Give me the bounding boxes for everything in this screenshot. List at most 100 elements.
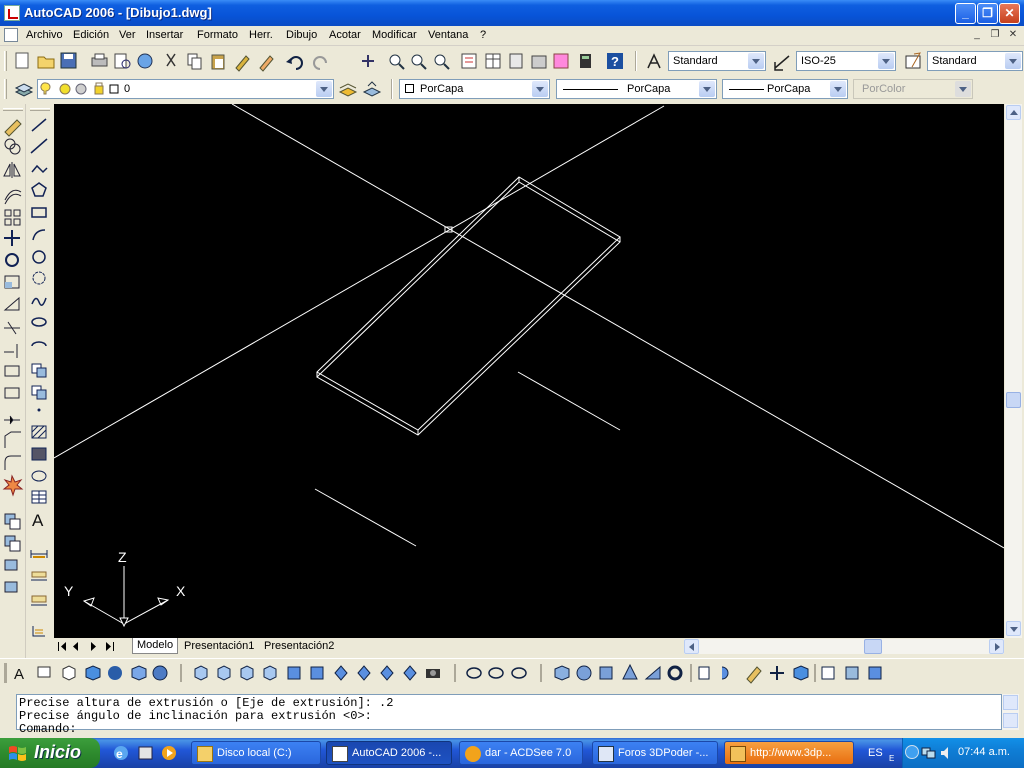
extruded-plate-bottom[interactable]: [316, 181, 621, 436]
layer-manager-icon[interactable]: [14, 80, 34, 100]
tab-presentacion1[interactable]: Presentación1: [184, 640, 254, 652]
dim-style-icon[interactable]: [773, 52, 793, 72]
spline-icon: [31, 297, 47, 306]
chevron-down-icon[interactable]: [878, 53, 894, 69]
chevron-down-icon[interactable]: [1005, 53, 1021, 69]
make-object-layer-current-icon[interactable]: [338, 80, 358, 100]
svg-text:A: A: [14, 666, 24, 683]
task-browser-flashing[interactable]: http://www.3dp...: [724, 741, 854, 765]
linetype-preview: [563, 89, 618, 90]
menu-herramientas[interactable]: Herr.: [249, 29, 273, 41]
explorer-icon[interactable]: [138, 746, 153, 760]
chevron-down-icon[interactable]: [316, 81, 332, 97]
table-style-icon[interactable]: [904, 52, 924, 72]
scroll-thumb[interactable]: [864, 639, 882, 654]
command-scrollbar[interactable]: [1002, 694, 1019, 730]
tab-presentacion2[interactable]: Presentación2: [264, 640, 334, 652]
menu-edicion[interactable]: Edición: [73, 29, 109, 41]
color-select[interactable]: PorCapa: [399, 79, 550, 99]
tab-modelo[interactable]: Modelo: [132, 638, 178, 654]
command-prompt[interactable]: Comando:: [19, 723, 999, 736]
layer-previous-icon[interactable]: [362, 80, 382, 100]
draw-toolbar: A: [27, 104, 53, 658]
scroll-down-button[interactable]: [1003, 713, 1018, 728]
restore-button[interactable]: ❐: [977, 3, 998, 24]
task-disco-local[interactable]: Disco local (C:): [191, 741, 321, 765]
network-icon[interactable]: [921, 747, 936, 759]
menu-insertar[interactable]: Insertar: [146, 29, 183, 41]
linetype-select[interactable]: PorCapa: [556, 79, 717, 99]
chevron-left-icon[interactable]: [905, 745, 919, 759]
scroll-up-button[interactable]: [1003, 695, 1018, 710]
scroll-down-button[interactable]: [1006, 621, 1021, 636]
chevron-down-icon: [955, 81, 971, 97]
lineweight-select[interactable]: PorCapa: [722, 79, 848, 99]
system-tray: 07:44 a.m.: [902, 738, 1024, 768]
task-autocad[interactable]: AutoCAD 2006 -...: [326, 741, 452, 765]
svg-text:?: ?: [611, 54, 619, 69]
doc-restore-button[interactable]: ❐: [988, 29, 1002, 42]
dim-style-select[interactable]: ISO-25: [796, 51, 896, 71]
chevron-down-icon[interactable]: [830, 81, 846, 97]
toolbar-grip[interactable]: [4, 79, 7, 99]
tab-navigation[interactable]: [56, 640, 128, 654]
toolbar-grip[interactable]: [3, 108, 23, 111]
arc-icon: [32, 229, 46, 241]
clock[interactable]: 07:44 a.m.: [958, 746, 1010, 758]
table-style-select[interactable]: Standard: [927, 51, 1023, 71]
close-button[interactable]: ✕: [999, 3, 1020, 24]
minimize-button[interactable]: _: [955, 3, 976, 24]
chevron-down-icon[interactable]: [699, 81, 715, 97]
text-style-select[interactable]: Standard: [668, 51, 766, 71]
toolbar-grip[interactable]: [4, 51, 7, 71]
command-line[interactable]: Precise altura de extrusión o [Eje de ex…: [16, 694, 1002, 736]
scroll-thumb[interactable]: [1006, 392, 1021, 408]
construction-line-icon: [30, 138, 48, 154]
text-style-icon[interactable]: [645, 52, 665, 72]
media-player-icon[interactable]: [162, 746, 176, 760]
doc-minimize-button[interactable]: _: [970, 29, 984, 42]
task-acdsee[interactable]: dar - ACDSee 7.0: [459, 741, 583, 765]
language-indicator[interactable]: ES: [868, 747, 883, 759]
line-segment-1[interactable]: [517, 371, 621, 431]
chevron-down-icon[interactable]: [748, 53, 764, 69]
rotate-icon: [5, 253, 19, 267]
svg-text:A: A: [32, 511, 44, 530]
vertical-scrollbar[interactable]: [1005, 104, 1022, 638]
break-at-point-icon: [4, 365, 20, 377]
scroll-up-button[interactable]: [1006, 105, 1021, 120]
construction-line-1[interactable]: [231, 104, 1004, 549]
layer-select[interactable]: 0: [37, 79, 334, 99]
task-foros-3dpoder[interactable]: Foros 3DPoder -...: [592, 741, 718, 765]
menu-ver[interactable]: Ver: [119, 29, 136, 41]
line-segment-2[interactable]: [314, 488, 417, 547]
copy-icon: [187, 53, 202, 70]
ie-icon[interactable]: e: [114, 746, 128, 761]
browser-icon: [730, 746, 746, 762]
autocad-app-icon[interactable]: [4, 5, 20, 21]
start-button[interactable]: Inicio: [0, 738, 100, 768]
document-icon[interactable]: [4, 28, 18, 42]
dimension-baseline-icon: [31, 595, 47, 606]
toolbar-grip[interactable]: [30, 108, 50, 111]
menu-acotar[interactable]: Acotar: [329, 29, 361, 41]
array-icon: [4, 209, 21, 226]
modify-toolbar: [0, 104, 26, 658]
menu-formato[interactable]: Formato: [197, 29, 238, 41]
menu-dibujo[interactable]: Dibujo: [286, 29, 317, 41]
menu-ayuda[interactable]: ?: [480, 29, 486, 41]
iso-ne-icon: [380, 665, 394, 681]
menu-modificar[interactable]: Modificar: [372, 29, 417, 41]
scroll-right-button[interactable]: [989, 639, 1004, 654]
menu-archivo[interactable]: Archivo: [26, 29, 63, 41]
volume-icon[interactable]: [941, 747, 948, 759]
command-history-line: Precise ángulo de inclinación para extru…: [19, 709, 372, 723]
revolve-icon: [721, 666, 729, 680]
scroll-left-button[interactable]: [684, 639, 699, 654]
model-space-canvas[interactable]: Z X Y: [54, 104, 1004, 638]
polygon-icon: [31, 182, 47, 197]
horizontal-scrollbar[interactable]: [684, 639, 1004, 654]
menu-ventana[interactable]: Ventana: [428, 29, 468, 41]
doc-close-button[interactable]: ✕: [1006, 29, 1020, 42]
chevron-down-icon[interactable]: [532, 81, 548, 97]
